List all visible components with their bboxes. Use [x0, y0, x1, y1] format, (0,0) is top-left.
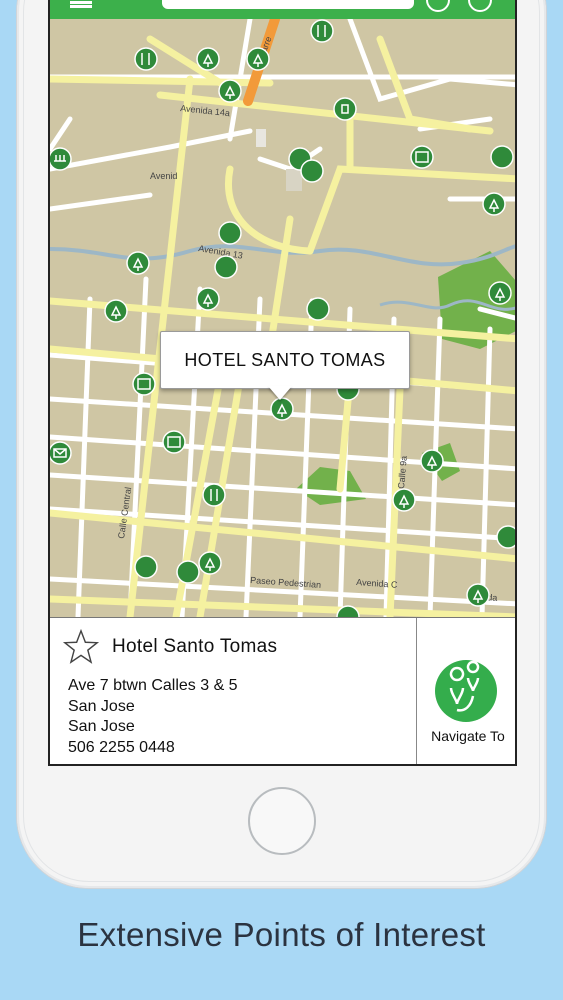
poi-layer[interactable]: [50, 19, 517, 617]
poi-cutlery-icon[interactable]: [202, 483, 226, 507]
address-city: San Jose: [68, 697, 135, 715]
poi-building-icon[interactable]: [176, 560, 200, 584]
home-button[interactable]: [248, 787, 316, 855]
poi-tree-icon[interactable]: [336, 605, 360, 617]
navigate-to-button[interactable]: Navigate To: [417, 618, 515, 764]
poi-shopping-icon[interactable]: [496, 525, 517, 549]
poi-tree-icon[interactable]: [306, 297, 330, 321]
place-detail-panel: Hotel Santo Tomas Ave 7 btwn Calles 3 & …: [50, 617, 515, 764]
poi-building-icon[interactable]: [134, 555, 158, 579]
search-input[interactable]: [162, 0, 414, 9]
poi-building-icon[interactable]: [214, 255, 238, 279]
place-address: Ave 7 btwn Calles 3 & 5 San Jose San Jos…: [68, 676, 238, 758]
place-callout[interactable]: HOTEL SANTO TOMAS: [160, 331, 410, 389]
poi-shopping-icon[interactable]: [410, 145, 434, 169]
poi-shopping-icon[interactable]: [162, 430, 186, 454]
poi-tree-icon[interactable]: [300, 159, 324, 183]
address-region: San Jose: [68, 718, 135, 735]
place-phone[interactable]: 506 2255 0448: [68, 738, 238, 759]
callout-pointer: [268, 386, 292, 400]
poi-shopping-icon[interactable]: [490, 145, 514, 169]
map-view[interactable]: Avenida 14a Avenida 13 Avenid Calle Cent…: [50, 14, 517, 621]
place-name: Hotel Santo Tomas: [112, 636, 278, 657]
star-icon[interactable]: [62, 628, 100, 666]
poi-money-icon[interactable]: [333, 97, 357, 121]
compass-button[interactable]: [468, 0, 492, 12]
poi-cutlery-icon[interactable]: [310, 19, 334, 43]
address-line: Ave 7 btwn Calles 3 & 5: [68, 677, 238, 694]
menu-icon[interactable]: [70, 0, 96, 8]
promo-caption: Extensive Points of Interest: [77, 916, 486, 953]
top-bar: [50, 0, 515, 19]
poi-building-icon[interactable]: [218, 221, 242, 245]
place-info: Hotel Santo Tomas Ave 7 btwn Calles 3 & …: [50, 618, 417, 764]
poi-shopping-icon[interactable]: [132, 372, 156, 396]
navigate-to-icon[interactable]: [435, 660, 497, 722]
navigate-to-label: Navigate To: [431, 728, 505, 744]
map-mode-button[interactable]: [426, 0, 450, 12]
poi-cutlery-icon[interactable]: [134, 47, 158, 71]
app-screen: Avenida 14a Avenida 13 Avenid Calle Cent…: [48, 0, 517, 766]
